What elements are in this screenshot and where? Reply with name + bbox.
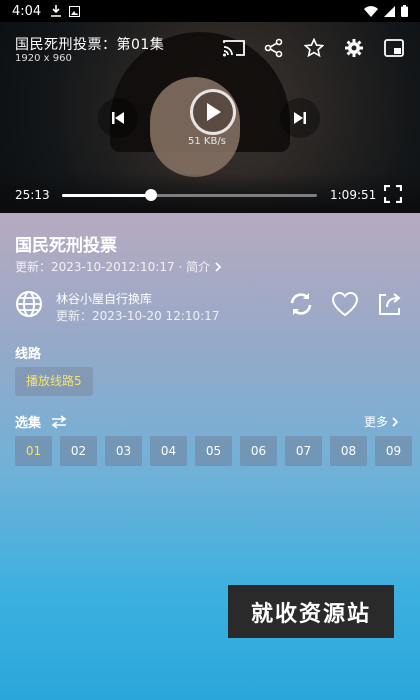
episode-item[interactable]: 09 bbox=[375, 436, 412, 466]
source-name: 林谷小屋自行换库 bbox=[56, 292, 153, 306]
share-button[interactable] bbox=[373, 288, 405, 320]
current-time: 25:13 bbox=[15, 188, 50, 202]
network-speed: 51 KB/s bbox=[188, 136, 226, 147]
refresh-button[interactable] bbox=[285, 288, 317, 320]
play-button[interactable] bbox=[190, 89, 236, 135]
video-resolution: 1920 x 960 bbox=[15, 53, 72, 64]
episode-label: 选集 bbox=[15, 416, 42, 431]
more-label: 更多 bbox=[364, 415, 389, 429]
total-time: 1:09:51 bbox=[330, 188, 377, 202]
skip-next-icon bbox=[294, 112, 306, 124]
progress-bar[interactable] bbox=[62, 189, 317, 201]
image-icon bbox=[69, 5, 81, 17]
download-icon bbox=[51, 5, 62, 17]
fullscreen-icon[interactable] bbox=[384, 185, 404, 205]
favorite-button[interactable] bbox=[329, 288, 361, 320]
episode-item[interactable]: 08 bbox=[330, 436, 367, 466]
route-chip[interactable]: 播放线路5 bbox=[15, 367, 93, 396]
episode-item[interactable]: 02 bbox=[60, 436, 97, 466]
source-update-time: 更新：2023-10-20 12:10:17 bbox=[56, 309, 220, 323]
episode-item[interactable]: 05 bbox=[195, 436, 232, 466]
video-player[interactable]: 国民死刑投票：第01集 1920 x 960 51 KB/s 25:13 1:0… bbox=[0, 22, 420, 213]
update-text: 更新：2023-10-2012:10:17 · 简介 bbox=[15, 260, 211, 274]
play-icon bbox=[207, 103, 221, 121]
episode-item[interactable]: 06 bbox=[240, 436, 277, 466]
refresh-icon bbox=[290, 293, 312, 315]
episode-section-title: 选集 bbox=[15, 412, 67, 431]
chevron-right-icon bbox=[392, 416, 399, 427]
status-time: 4:04 bbox=[12, 3, 42, 19]
source-row: 林谷小屋自行换库 更新：2023-10-20 12:10:17 bbox=[15, 288, 405, 324]
next-button[interactable] bbox=[280, 98, 320, 138]
wifi-icon bbox=[364, 5, 378, 17]
episode-item[interactable]: 07 bbox=[285, 436, 322, 466]
route-section-title: 线路 bbox=[15, 347, 42, 362]
star-icon[interactable] bbox=[302, 36, 326, 60]
pip-icon[interactable] bbox=[382, 36, 406, 60]
progress-fill bbox=[62, 194, 152, 197]
chevron-right-icon bbox=[215, 261, 222, 272]
show-title: 国民死刑投票 bbox=[15, 236, 117, 256]
watermark: 就收资源站 bbox=[228, 585, 394, 638]
share-icon[interactable] bbox=[262, 36, 286, 60]
update-intro-link[interactable]: 更新：2023-10-2012:10:17 · 简介 bbox=[15, 258, 222, 275]
episode-item[interactable]: 01 bbox=[15, 436, 52, 466]
skip-previous-icon bbox=[112, 112, 124, 124]
video-toolbar bbox=[222, 36, 406, 60]
gear-icon[interactable] bbox=[342, 36, 366, 60]
battery-icon bbox=[401, 5, 408, 17]
episode-list: 01 02 03 04 05 06 07 08 09 bbox=[15, 436, 412, 466]
sort-icon[interactable] bbox=[51, 414, 67, 429]
episode-item[interactable]: 03 bbox=[105, 436, 142, 466]
video-title: 国民死刑投票：第01集 bbox=[15, 37, 165, 53]
heart-icon bbox=[331, 291, 359, 317]
globe-icon bbox=[15, 290, 45, 320]
signal-icon bbox=[384, 5, 395, 17]
more-episodes-link[interactable]: 更多 bbox=[364, 413, 399, 430]
share-out-icon bbox=[379, 293, 401, 315]
cast-icon[interactable] bbox=[222, 36, 246, 60]
previous-button[interactable] bbox=[98, 98, 138, 138]
episode-item[interactable]: 04 bbox=[150, 436, 187, 466]
status-bar: 4:04 bbox=[0, 0, 420, 22]
